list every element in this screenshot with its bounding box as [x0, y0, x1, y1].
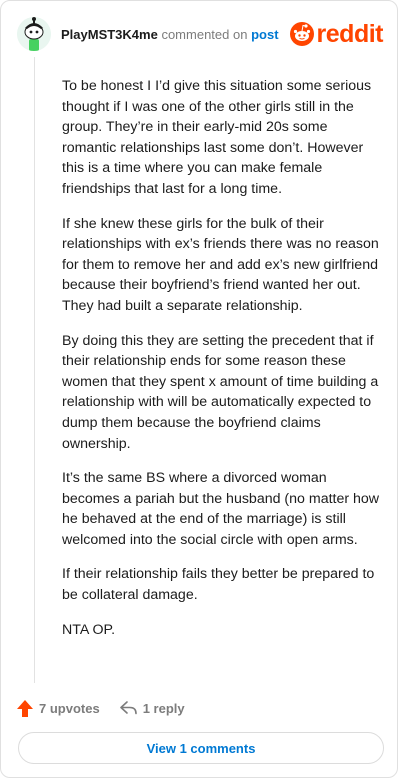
upvote-count: 7 upvotes: [39, 700, 100, 716]
upvote-button[interactable]: 7 upvotes: [17, 699, 100, 717]
post-link[interactable]: post: [251, 27, 278, 42]
thread-line: [34, 57, 35, 683]
user-avatar[interactable]: [17, 17, 51, 51]
comment-paragraph: If their relationship fails they better …: [62, 566, 375, 604]
reddit-brand[interactable]: reddit: [289, 19, 384, 48]
comment-paragraph: To be honest I I’d give this situation s…: [62, 78, 372, 197]
reply-count: 1 reply: [142, 700, 185, 716]
reddit-wordmark: reddit: [316, 19, 384, 48]
snoo-avatar-icon: [17, 17, 51, 51]
comment-body: To be honest I I’d give this situation s…: [62, 76, 380, 654]
comment-actions: 7 upvotes 1 reply: [17, 697, 185, 719]
comment-card: PlayMST3K4me commented on post reddit To…: [0, 0, 398, 778]
reddit-logo-icon: [289, 22, 314, 46]
comment-paragraph: By doing this they are setting the prece…: [62, 332, 379, 452]
comment-meta: PlayMST3K4me commented on post: [61, 27, 279, 42]
reply-button[interactable]: 1 reply: [119, 700, 185, 716]
comment-paragraph: NTA OP.: [62, 621, 116, 638]
reply-arrow-icon: [119, 701, 137, 715]
commented-on-text: commented on: [161, 26, 248, 42]
upvote-arrow-icon: [17, 699, 33, 717]
comment-paragraph: If she knew these girls for the bulk of …: [62, 215, 379, 314]
view-comments-button[interactable]: View 1 comments: [18, 732, 384, 764]
username-link[interactable]: PlayMST3K4me: [61, 27, 158, 42]
comment-paragraph: It’s the same BS where a divorced woman …: [62, 470, 380, 548]
comment-header: PlayMST3K4me commented on post reddit: [17, 15, 384, 53]
